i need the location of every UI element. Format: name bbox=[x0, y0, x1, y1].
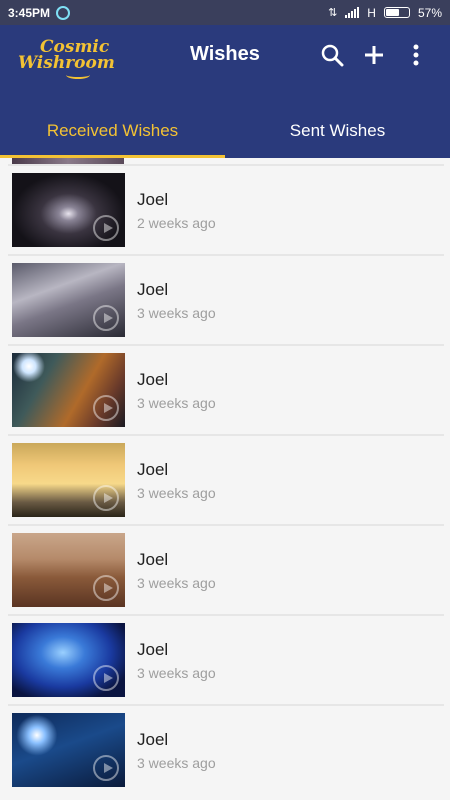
tab-bar: Received Wishes Sent Wishes bbox=[0, 103, 450, 158]
signal-icon bbox=[345, 7, 360, 18]
tab-received-wishes[interactable]: Received Wishes bbox=[0, 103, 225, 158]
wish-list-item[interactable]: Joel 3 weeks ago bbox=[8, 614, 444, 704]
wish-thumbnail[interactable] bbox=[12, 533, 125, 607]
wish-list-item[interactable]: Joel 3 weeks ago bbox=[8, 524, 444, 614]
more-vert-icon[interactable] bbox=[400, 39, 432, 71]
status-time: 3:45PM bbox=[8, 5, 51, 20]
wish-sender-name: Joel bbox=[137, 549, 169, 569]
app-logo[interactable]: Cosmic Wishroom bbox=[18, 35, 115, 83]
wish-timestamp: 3 weeks ago bbox=[137, 394, 216, 411]
wish-sender-name: Joel bbox=[137, 459, 169, 479]
add-icon[interactable] bbox=[358, 39, 390, 71]
play-icon[interactable] bbox=[93, 755, 119, 781]
wish-timestamp: 3 weeks ago bbox=[137, 664, 216, 681]
wish-timestamp: 3 weeks ago bbox=[137, 304, 216, 321]
wish-thumbnail[interactable] bbox=[12, 713, 125, 787]
wish-sender-name: Joel bbox=[137, 279, 169, 299]
play-icon[interactable] bbox=[93, 395, 119, 421]
tab-sent-wishes[interactable]: Sent Wishes bbox=[225, 103, 450, 158]
status-bar: 3:45PM ⇅ H 57% bbox=[0, 0, 450, 25]
search-icon[interactable] bbox=[316, 39, 348, 71]
play-icon[interactable] bbox=[93, 305, 119, 331]
wish-sender-name: Joel bbox=[137, 189, 169, 209]
wish-list-item[interactable]: Joel 3 weeks ago bbox=[8, 344, 444, 434]
wish-timestamp: 2 weeks ago bbox=[137, 214, 216, 231]
play-icon[interactable] bbox=[93, 485, 119, 511]
play-icon[interactable] bbox=[93, 215, 119, 241]
data-arrows-icon: ⇅ bbox=[328, 7, 338, 19]
network-type: H bbox=[367, 5, 376, 20]
wish-thumbnail[interactable] bbox=[12, 173, 125, 247]
wish-list-item[interactable]: Joel 3 weeks ago bbox=[8, 704, 444, 794]
wish-thumbnail[interactable] bbox=[12, 623, 125, 697]
wish-timestamp: 3 weeks ago bbox=[137, 574, 216, 591]
battery-icon bbox=[383, 7, 410, 18]
wish-sender-name: Joel bbox=[137, 369, 169, 389]
play-icon[interactable] bbox=[93, 665, 119, 691]
wish-sender-name: Joel bbox=[137, 639, 169, 659]
wish-timestamp: 3 weeks ago bbox=[137, 754, 216, 771]
play-icon[interactable] bbox=[93, 575, 119, 601]
wish-thumbnail[interactable] bbox=[12, 263, 125, 337]
alarm-icon bbox=[56, 5, 71, 20]
battery-percent: 57% bbox=[417, 5, 442, 20]
wish-timestamp: 3 weeks ago bbox=[137, 484, 216, 501]
wish-thumbnail[interactable] bbox=[12, 353, 125, 427]
wish-list-item[interactable]: Joel 2 weeks ago bbox=[8, 164, 444, 254]
wish-thumbnail[interactable] bbox=[12, 443, 125, 517]
wish-list-item[interactable]: Joel 3 weeks ago bbox=[8, 254, 444, 344]
wish-sender-name: Joel bbox=[137, 729, 169, 749]
app-bar: Cosmic Wishroom Wishes Received Wishes S… bbox=[0, 25, 450, 158]
wishes-list: Joel 2 weeks ago Joel 3 weeks ago Joel 3 week… bbox=[8, 158, 444, 794]
page-title: Wishes bbox=[190, 43, 260, 65]
wish-list-item[interactable]: Joel 3 weeks ago bbox=[8, 434, 444, 524]
